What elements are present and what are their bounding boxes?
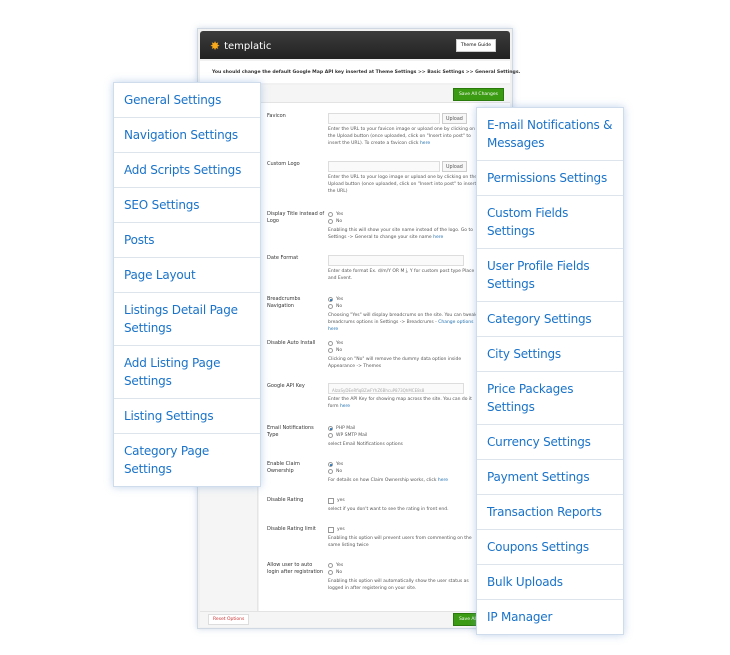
field-label: Disable Rating bbox=[267, 497, 304, 503]
menu-item-price-packages-settings[interactable]: Price Packages Settings bbox=[477, 372, 623, 425]
menu-item-custom-fields-settings[interactable]: Custom Fields Settings bbox=[477, 196, 623, 249]
logo: ✸ templatic bbox=[210, 39, 271, 53]
menu-item-general-settings[interactable]: General Settings bbox=[114, 83, 260, 118]
logo-text: templatic bbox=[224, 40, 272, 52]
radio-smtp-mail[interactable]: WP SMTP Mail bbox=[328, 432, 478, 439]
favicon-input[interactable] bbox=[328, 113, 440, 124]
radio-no[interactable]: No bbox=[328, 303, 478, 310]
right-settings-menu: E-mail Notifications & Messages Permissio… bbox=[476, 107, 624, 635]
menu-item-add-scripts-settings[interactable]: Add Scripts Settings bbox=[114, 153, 260, 188]
menu-item-user-profile-fields-settings[interactable]: User Profile Fields Settings bbox=[477, 249, 623, 302]
menu-item-seo-settings[interactable]: SEO Settings bbox=[114, 188, 260, 223]
bottom-action-bar: Reset Options Save All Changes bbox=[200, 611, 510, 627]
menu-item-payment-settings[interactable]: Payment Settings bbox=[477, 460, 623, 495]
field-label: Disable Rating limit bbox=[267, 526, 316, 532]
field-label: Allow user to auto login after registrat… bbox=[267, 562, 324, 575]
favicon-here-link[interactable]: here bbox=[420, 141, 430, 146]
date-format-input[interactable] bbox=[328, 255, 464, 266]
field-desc: For details on how Claim Ownership works… bbox=[328, 478, 437, 483]
menu-item-category-page-settings[interactable]: Category Page Settings bbox=[114, 434, 260, 486]
api-key-here-link[interactable]: here bbox=[340, 404, 350, 409]
menu-item-listings-detail-page-settings[interactable]: Listings Detail Page Settings bbox=[114, 293, 260, 346]
menu-item-add-listing-page-settings[interactable]: Add Listing Page Settings bbox=[114, 346, 260, 399]
menu-item-e-mail-notifications-messages[interactable]: E-mail Notifications & Messages bbox=[477, 108, 623, 161]
radio-no[interactable]: No bbox=[328, 569, 478, 576]
templatic-star-icon: ✸ bbox=[210, 39, 221, 53]
field-desc: Enabling this option will prevent users … bbox=[328, 536, 472, 548]
radio-no[interactable]: No bbox=[328, 468, 478, 475]
reset-options-button[interactable]: Reset Options bbox=[208, 614, 250, 625]
menu-item-posts[interactable]: Posts bbox=[114, 223, 260, 258]
radio-yes[interactable]: Yes bbox=[328, 211, 478, 218]
field-label: Favicon bbox=[267, 113, 286, 119]
field-label: Enable Claim Ownership bbox=[267, 461, 300, 474]
field-label: Disable Auto Install bbox=[267, 340, 316, 346]
field-label: Date Format bbox=[267, 255, 299, 261]
field-label: Email Notifications Type bbox=[267, 425, 314, 438]
radio-no[interactable]: No bbox=[328, 218, 478, 225]
field-label: Display Title instead of Logo bbox=[267, 211, 325, 224]
menu-item-coupons-settings[interactable]: Coupons Settings bbox=[477, 530, 623, 565]
field-label: Custom Logo bbox=[267, 161, 300, 167]
menu-item-listing-settings[interactable]: Listing Settings bbox=[114, 399, 260, 434]
field-desc: Clicking on "No" will remove the dummy d… bbox=[328, 357, 462, 369]
menu-item-permissions-settings[interactable]: Permissions Settings bbox=[477, 161, 623, 196]
menu-item-transaction-reports[interactable]: Transaction Reports bbox=[477, 495, 623, 530]
radio-yes[interactable]: Yes bbox=[328, 340, 478, 347]
field-desc: Enter date format Ex. d/m/Y OR M j, Y fo… bbox=[328, 269, 475, 281]
radio-yes[interactable]: Yes bbox=[328, 562, 478, 569]
favicon-upload-button[interactable]: Upload bbox=[442, 113, 467, 124]
radio-php-mail[interactable]: PHP Mail bbox=[328, 425, 478, 432]
field-label: Breadcrumbs Navigation bbox=[267, 296, 301, 309]
api-key-input[interactable]: AIzaSyDEeRfiqBZwFYhZ6BhcuP873QhMCE8s8 bbox=[328, 383, 464, 394]
header-bar: ✸ templatic Theme Guide bbox=[200, 31, 510, 59]
field-desc: select Email Notifications options bbox=[328, 442, 403, 447]
api-key-notice: You should change the default Google Map… bbox=[200, 61, 520, 83]
field-label: Google API Key bbox=[267, 383, 305, 389]
field-desc: select if you don't want to see the rati… bbox=[328, 507, 449, 512]
site-name-here-link[interactable]: here bbox=[433, 235, 443, 240]
theme-guide-button[interactable]: Theme Guide bbox=[455, 39, 496, 52]
menu-item-currency-settings[interactable]: Currency Settings bbox=[477, 425, 623, 460]
menu-item-city-settings[interactable]: City Settings bbox=[477, 337, 623, 372]
settings-form: Favicon Upload Enter the URL to your fav… bbox=[259, 103, 510, 611]
field-desc: Enabling this will show your site name i… bbox=[328, 228, 474, 240]
menu-item-bulk-uploads[interactable]: Bulk Uploads bbox=[477, 565, 623, 600]
radio-no[interactable]: No bbox=[328, 347, 478, 354]
logo-input[interactable] bbox=[328, 161, 440, 172]
menu-item-ip-manager[interactable]: IP Manager bbox=[477, 600, 623, 634]
left-settings-menu: General Settings Navigation Settings Add S… bbox=[113, 82, 261, 487]
rating-checkbox[interactable]: yes bbox=[328, 497, 478, 504]
menu-item-page-layout[interactable]: Page Layout bbox=[114, 258, 260, 293]
field-desc: Enter the URL to your favicon image or u… bbox=[328, 127, 475, 146]
field-desc: Enabling this option will automatically … bbox=[328, 579, 469, 591]
radio-yes[interactable]: Yes bbox=[328, 296, 478, 303]
save-all-changes-top-button[interactable]: Save All Changes bbox=[452, 88, 504, 101]
rating-limit-checkbox[interactable]: yes bbox=[328, 526, 478, 533]
logo-upload-button[interactable]: Upload bbox=[442, 161, 467, 172]
menu-item-navigation-settings[interactable]: Navigation Settings bbox=[114, 118, 260, 153]
field-desc: Enter the URL to your logo image or uplo… bbox=[328, 175, 478, 194]
claim-here-link[interactable]: here bbox=[438, 478, 448, 483]
menu-item-category-settings[interactable]: Category Settings bbox=[477, 302, 623, 337]
radio-yes[interactable]: Yes bbox=[328, 461, 478, 468]
